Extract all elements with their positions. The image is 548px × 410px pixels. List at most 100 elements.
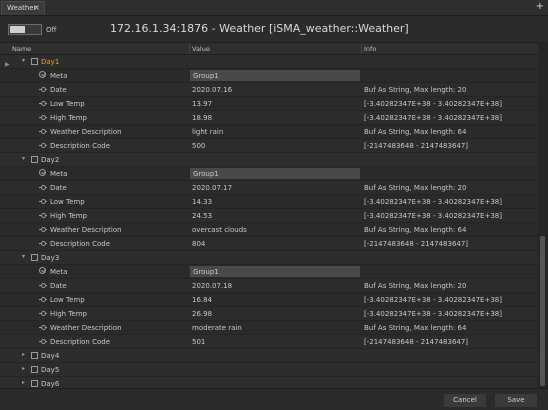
folder-icon — [31, 58, 38, 65]
property-row-meta[interactable]: Meta Group1 — [0, 265, 538, 279]
property-value[interactable]: 13.97 — [192, 100, 212, 108]
tree-group-row[interactable]: ▸ Day4 — [0, 349, 538, 363]
property-info: Buf As String, Max length: 20 — [364, 184, 467, 192]
property-label: Date — [50, 86, 67, 94]
property-row-high[interactable]: High Temp 24.53 [-3.40282347E+38 - 3.40282… — [0, 209, 538, 223]
property-row-low[interactable]: Low Temp 16.84 [-3.40282347E+38 - 3.402823… — [0, 293, 538, 307]
property-row-code[interactable]: Description Code 500 [-2147483648 - 214748… — [0, 139, 538, 153]
tree-group-row[interactable]: ▾ Day2 — [0, 153, 538, 167]
slot-icon — [39, 101, 47, 106]
meta-value: Group1 — [193, 268, 219, 276]
property-row-desc[interactable]: Weather Description light rain Buf As Stri… — [0, 125, 538, 139]
header: Off 172.16.1.34:1876 - Weather [iSMA_wea… — [0, 16, 548, 42]
property-value[interactable]: 16.84 — [192, 296, 212, 304]
property-value[interactable]: light rain — [192, 128, 223, 136]
chevron-down-icon[interactable]: ▾ — [22, 57, 25, 64]
property-value[interactable]: 18.98 — [192, 114, 212, 122]
vertical-scrollbar[interactable] — [538, 42, 548, 388]
property-value[interactable]: 501 — [192, 338, 205, 346]
panel-expand-icon[interactable]: ▶ — [5, 61, 10, 68]
property-row-date[interactable]: Date 2020.07.16 Buf As String, Max length:… — [0, 83, 538, 97]
property-row-low[interactable]: Low Temp 13.97 [-3.40282347E+38 - 3.402823… — [0, 97, 538, 111]
property-row-low[interactable]: Low Temp 14.33 [-3.40282347E+38 - 3.402823… — [0, 195, 538, 209]
page-title: 172.16.1.34:1876 - Weather [iSMA_weather… — [110, 22, 409, 35]
chevron-right-icon[interactable]: ▸ — [22, 365, 25, 372]
property-value[interactable]: 804 — [192, 240, 205, 248]
slot-icon — [39, 87, 47, 92]
property-info: Buf As String, Max length: 20 — [364, 86, 467, 94]
meta-check-icon — [39, 169, 46, 176]
slot-icon — [39, 297, 47, 302]
property-info: [-3.40282347E+38 - 3.40282347E+38] — [364, 100, 502, 108]
property-value[interactable]: 14.33 — [192, 198, 212, 206]
property-row-code[interactable]: Description Code 501 [-2147483648 - 214748… — [0, 335, 538, 349]
slot-icon — [39, 311, 47, 316]
property-row-code[interactable]: Description Code 804 [-2147483648 - 214748… — [0, 237, 538, 251]
property-row-meta[interactable]: Meta Group1 — [0, 69, 538, 83]
folder-icon — [31, 380, 38, 387]
group-name: Day5 — [41, 366, 60, 374]
slot-icon — [39, 325, 47, 330]
property-info: [-3.40282347E+38 - 3.40282347E+38] — [364, 114, 502, 122]
toggle-label: Off — [46, 26, 57, 34]
property-label: High Temp — [50, 212, 87, 220]
property-row-desc[interactable]: Weather Description overcast clouds Buf As… — [0, 223, 538, 237]
property-value[interactable]: overcast clouds — [192, 226, 247, 234]
tree-group-row[interactable]: ▾ Day1 — [0, 55, 538, 69]
slot-icon — [39, 129, 47, 134]
table-rows: ▾ Day1 Meta Group1 Date 2020.07.16 Buf As Stri… — [0, 55, 538, 405]
column-name[interactable]: Name — [12, 45, 31, 53]
property-row-date[interactable]: Date 2020.07.18 Buf As String, Max length:… — [0, 279, 538, 293]
cancel-button[interactable]: Cancel — [443, 393, 487, 408]
column-info[interactable]: Info — [364, 45, 376, 53]
save-button[interactable]: Save — [494, 393, 538, 408]
add-tab-icon[interactable]: + — [536, 1, 544, 12]
property-value[interactable]: 24.53 — [192, 212, 212, 220]
close-icon[interactable]: × — [33, 3, 40, 12]
property-table: Name Value Info ▾ Day1 Meta Group1 Date 2020.… — [0, 42, 548, 405]
property-value[interactable]: 2020.07.18 — [192, 282, 232, 290]
property-label: Description Code — [50, 142, 111, 150]
column-value[interactable]: Value — [192, 45, 210, 53]
chevron-right-icon[interactable]: ▸ — [22, 351, 25, 358]
property-info: [-3.40282347E+38 - 3.40282347E+38] — [364, 310, 502, 318]
toggle-knob — [10, 26, 25, 33]
column-header: Name Value Info — [0, 43, 538, 55]
chevron-right-icon[interactable]: ▸ — [22, 379, 25, 386]
slot-icon — [39, 241, 47, 246]
enable-toggle[interactable] — [8, 24, 42, 35]
property-value[interactable]: 2020.07.16 — [192, 86, 232, 94]
property-value[interactable]: 2020.07.17 — [192, 184, 232, 192]
tab-weather[interactable]: Weather × — [1, 1, 45, 15]
meta-value: Group1 — [193, 170, 219, 178]
property-row-meta[interactable]: Meta Group1 — [0, 167, 538, 181]
tree-group-row[interactable]: ▾ Day3 — [0, 251, 538, 265]
property-label: Meta — [50, 72, 68, 80]
slot-icon — [39, 227, 47, 232]
chevron-down-icon[interactable]: ▾ — [22, 253, 25, 260]
meta-value-field[interactable]: Group1 — [190, 266, 360, 277]
property-row-date[interactable]: Date 2020.07.17 Buf As String, Max length:… — [0, 181, 538, 195]
meta-check-icon — [39, 71, 46, 78]
meta-value-field[interactable]: Group1 — [190, 168, 360, 179]
property-info: Buf As String, Max length: 64 — [364, 128, 467, 136]
meta-value: Group1 — [193, 72, 219, 80]
group-name: Day1 — [41, 58, 60, 66]
property-value[interactable]: 26.98 — [192, 310, 212, 318]
meta-value-field[interactable]: Group1 — [190, 70, 360, 81]
tree-group-row[interactable]: ▸ Day5 — [0, 363, 538, 377]
property-row-high[interactable]: High Temp 18.98 [-3.40282347E+38 - 3.40282… — [0, 111, 538, 125]
property-value[interactable]: moderate rain — [192, 324, 242, 332]
property-row-desc[interactable]: Weather Description moderate rain Buf As S… — [0, 321, 538, 335]
property-value[interactable]: 500 — [192, 142, 205, 150]
property-info: [-2147483648 - 2147483647] — [364, 142, 469, 150]
property-label: Weather Description — [50, 324, 122, 332]
scrollbar-thumb[interactable] — [540, 236, 545, 386]
folder-icon — [31, 254, 38, 261]
group-name: Day2 — [41, 156, 60, 164]
property-info: [-3.40282347E+38 - 3.40282347E+38] — [364, 198, 502, 206]
slot-icon — [39, 213, 47, 218]
chevron-down-icon[interactable]: ▾ — [22, 155, 25, 162]
property-row-high[interactable]: High Temp 26.98 [-3.40282347E+38 - 3.40282… — [0, 307, 538, 321]
property-label: Weather Description — [50, 128, 122, 136]
